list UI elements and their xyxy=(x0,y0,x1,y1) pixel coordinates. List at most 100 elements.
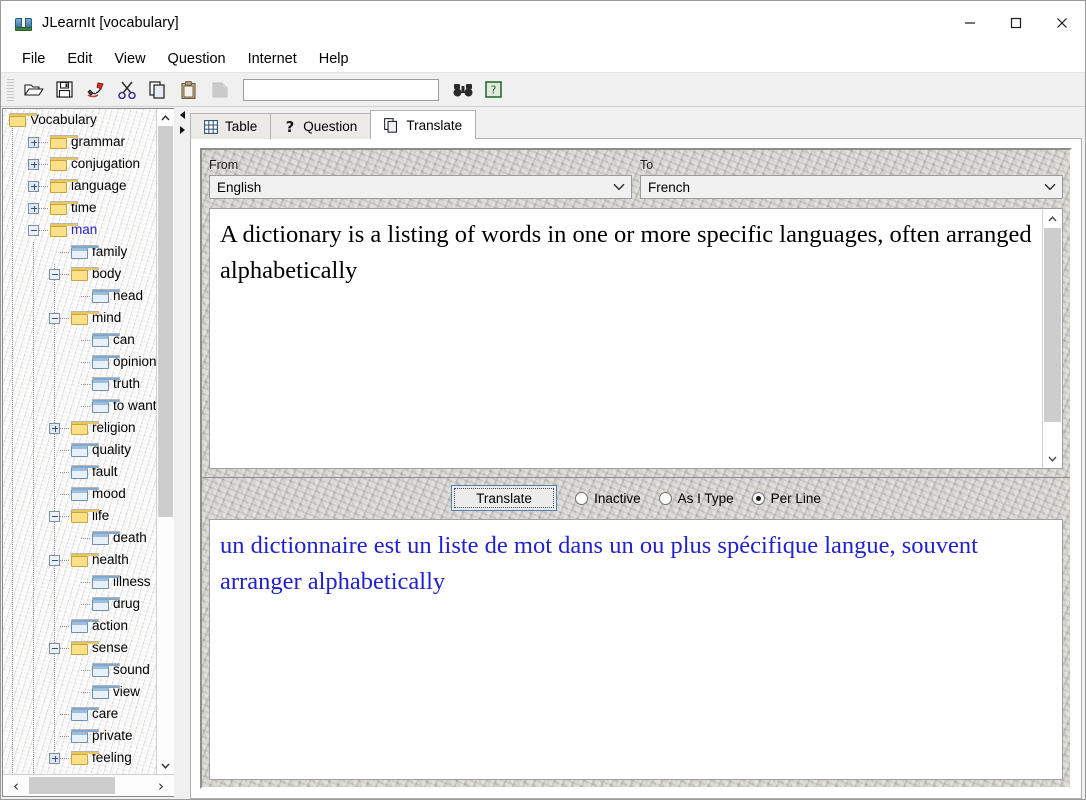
result-text[interactable]: un dictionnaire est un liste de mot dans… xyxy=(210,520,1062,779)
tree-scroll-right-button[interactable]: › xyxy=(148,775,174,796)
language-selects-row: English French xyxy=(202,172,1070,199)
tree-expand-icon[interactable] xyxy=(28,202,39,214)
tree-scroll-down-button[interactable] xyxy=(157,757,174,774)
radio-as-i-type-icon[interactable] xyxy=(658,491,672,505)
tree-item-head[interactable]: head xyxy=(3,285,156,307)
tree-item-conjugation[interactable]: conjugation xyxy=(3,153,156,175)
tree-item-illness[interactable]: illness xyxy=(3,571,156,593)
tree-item-body[interactable]: body xyxy=(3,263,156,285)
folder-closed-icon xyxy=(50,179,78,193)
panel-splitter[interactable] xyxy=(174,107,190,799)
source-text[interactable]: A dictionary is a listing of words in on… xyxy=(210,209,1042,468)
menu-item-edit[interactable]: Edit xyxy=(56,48,103,70)
find-button[interactable] xyxy=(447,76,478,103)
tree-collapse-icon[interactable] xyxy=(49,268,60,280)
tree-item-life[interactable]: life xyxy=(3,505,156,527)
tree-scroll-up-button[interactable] xyxy=(157,109,174,126)
tree-item-truth[interactable]: truth xyxy=(3,373,156,395)
tree-horizontal-scrollbar[interactable]: ‹ › xyxy=(3,774,174,796)
tree-collapse-icon[interactable] xyxy=(49,312,60,324)
tree-expand-icon[interactable] xyxy=(28,158,39,170)
radio-inactive-icon[interactable] xyxy=(575,491,589,505)
tree-expand-icon[interactable] xyxy=(49,422,60,434)
tree-item-private[interactable]: private xyxy=(3,725,156,747)
tree-item-sound[interactable]: sound xyxy=(3,659,156,681)
tree-item-mind[interactable]: mind xyxy=(3,307,156,329)
tree-collapse-icon[interactable] xyxy=(49,510,60,522)
menu-item-help[interactable]: Help xyxy=(308,48,360,70)
mode-radio-inactive[interactable]: Inactive xyxy=(575,491,641,506)
tree-scroll-left-button[interactable]: ‹ xyxy=(3,775,29,796)
source-scroll-track[interactable] xyxy=(1043,228,1062,449)
toolbar-grip[interactable] xyxy=(7,78,14,101)
delete-button[interactable] xyxy=(80,76,111,103)
tree-item-time[interactable]: time xyxy=(3,197,156,219)
menu-item-view[interactable]: View xyxy=(103,48,156,70)
tree-item-can[interactable]: can xyxy=(3,329,156,351)
folder-open-icon xyxy=(92,333,120,347)
tree-vertical-scrollbar[interactable] xyxy=(156,109,174,774)
tree-expand-icon[interactable] xyxy=(28,180,39,192)
menu-item-question[interactable]: Question xyxy=(157,48,237,70)
save-button[interactable] xyxy=(49,76,80,103)
search-input[interactable] xyxy=(243,78,439,101)
tree-item-feeling[interactable]: feeling xyxy=(3,747,156,769)
tab-question[interactable]: ? Question xyxy=(270,113,372,139)
tree-hscroll-thumb[interactable] xyxy=(29,777,115,794)
tree-collapse-icon[interactable] xyxy=(49,554,60,566)
tree-item-health[interactable]: health xyxy=(3,549,156,571)
mode-radio-per-line[interactable]: Per Line xyxy=(751,491,821,506)
paste-button[interactable] xyxy=(173,76,204,103)
tree-collapse-icon[interactable] xyxy=(28,224,39,236)
source-scroll-thumb[interactable] xyxy=(1044,228,1061,423)
tab-translate[interactable]: Translate xyxy=(370,110,477,139)
tree-item-family[interactable]: family xyxy=(3,241,156,263)
minimize-button[interactable] xyxy=(947,1,993,45)
tree-hscroll-track[interactable] xyxy=(29,775,148,796)
result-text-area[interactable]: un dictionnaire est un liste de mot dans… xyxy=(209,519,1063,780)
tree-item-fault[interactable]: fault xyxy=(3,461,156,483)
to-language-select[interactable]: French xyxy=(640,175,1063,199)
copy-button[interactable] xyxy=(142,76,173,103)
tree-scroll-track[interactable] xyxy=(157,126,174,757)
tree-item-sense[interactable]: sense xyxy=(3,637,156,659)
tree-expand-icon[interactable] xyxy=(49,752,60,764)
tree-item-to-want[interactable]: to want xyxy=(3,395,156,417)
splitter-expand-right-icon[interactable] xyxy=(179,126,185,134)
tree-item-opinion[interactable]: opinion xyxy=(3,351,156,373)
mode-radio-as-i-type[interactable]: As I Type xyxy=(658,491,734,506)
source-scroll-up-button[interactable] xyxy=(1043,209,1062,228)
translate-button[interactable]: Translate xyxy=(451,485,558,511)
menu-item-file[interactable]: File xyxy=(11,48,56,70)
tree-item-death[interactable]: death xyxy=(3,527,156,549)
tree-item-drug[interactable]: drug xyxy=(3,593,156,615)
radio-per-line-icon[interactable] xyxy=(751,491,765,505)
cut-button[interactable] xyxy=(111,76,142,103)
source-scroll-down-button[interactable] xyxy=(1043,449,1062,468)
tree-item-quality[interactable]: quality xyxy=(3,439,156,461)
maximize-button[interactable] xyxy=(993,1,1039,45)
tree-item-care[interactable]: care xyxy=(3,703,156,725)
source-vertical-scrollbar[interactable] xyxy=(1042,209,1062,468)
source-text-area[interactable]: A dictionary is a listing of words in on… xyxy=(209,208,1063,469)
tree-item-grammar[interactable]: grammar xyxy=(3,131,156,153)
chevron-down-icon xyxy=(1044,183,1056,191)
help-button[interactable]: ? xyxy=(478,76,509,103)
tree-scroll-thumb[interactable] xyxy=(158,126,173,518)
tree-item-action[interactable]: action xyxy=(3,615,156,637)
vocabulary-tree[interactable]: Vocabulary grammar conjugation language time… xyxy=(3,109,156,774)
tree-item-mood[interactable]: mood xyxy=(3,483,156,505)
splitter-collapse-left-icon[interactable] xyxy=(179,111,185,119)
tree-collapse-icon[interactable] xyxy=(49,642,60,654)
menu-item-internet[interactable]: Internet xyxy=(237,48,308,70)
tree-item-language[interactable]: language xyxy=(3,175,156,197)
close-button[interactable] xyxy=(1039,1,1085,45)
tree-item-view[interactable]: view xyxy=(3,681,156,703)
tree-item-Vocabulary[interactable]: Vocabulary xyxy=(3,109,156,131)
tab-table[interactable]: Table xyxy=(190,113,272,139)
open-button[interactable] xyxy=(18,76,49,103)
tree-item-religion[interactable]: religion xyxy=(3,417,156,439)
tree-expand-icon[interactable] xyxy=(28,136,39,148)
from-language-select[interactable]: English xyxy=(209,175,632,199)
tree-item-man[interactable]: man xyxy=(3,219,156,241)
